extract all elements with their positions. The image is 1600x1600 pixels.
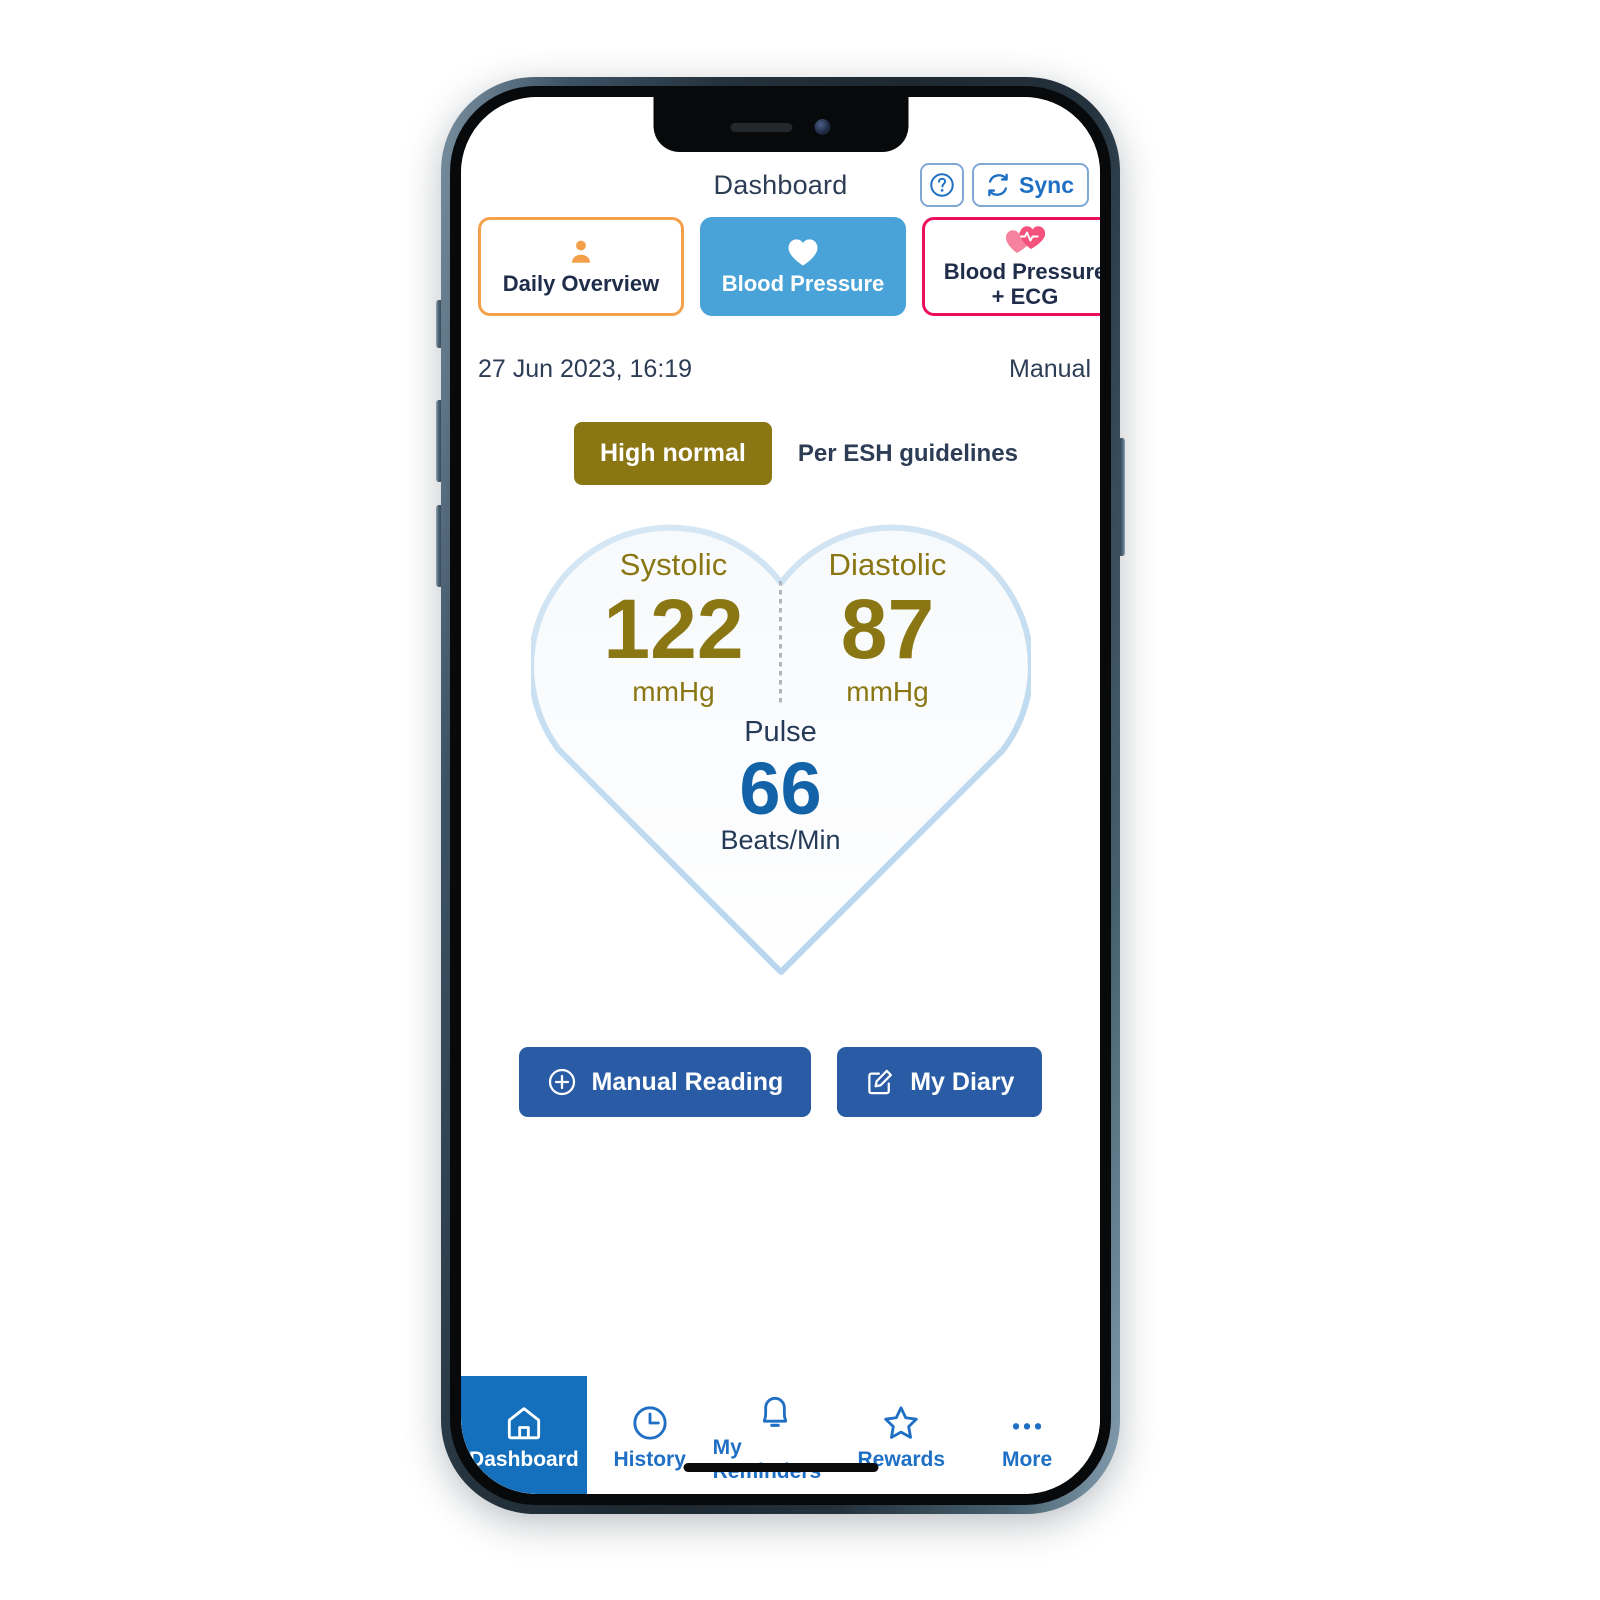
- phone-bezel: Dashboard Sync Daily Overview Blood Pres…: [450, 86, 1111, 1505]
- sync-label: Sync: [1019, 171, 1074, 198]
- tab-blood-pressure[interactable]: Blood Pressure: [700, 217, 906, 316]
- phone-notch: [653, 97, 908, 152]
- heart-visualization: Systolic 122 mmHg Diastolic 87 mmHg Puls…: [461, 497, 1100, 1007]
- nav-label: Dashboard: [469, 1447, 579, 1471]
- diastolic-label: Diastolic: [828, 547, 947, 582]
- sync-button[interactable]: Sync: [972, 163, 1089, 207]
- pulse-label: Pulse: [744, 716, 817, 749]
- heart-ecg-icon: [1005, 224, 1045, 256]
- status-badge: High normal: [574, 422, 772, 485]
- tab-daily-overview[interactable]: Daily Overview: [478, 217, 684, 316]
- diastolic-unit: mmHg: [846, 676, 929, 708]
- refresh-sync-icon: [988, 173, 1008, 197]
- bell-icon: [755, 1387, 795, 1431]
- clock-icon: [630, 1399, 670, 1443]
- plus-circle-icon: [548, 1068, 575, 1096]
- ellipsis-icon: [1007, 1399, 1047, 1443]
- home-indicator[interactable]: [683, 1463, 878, 1472]
- action-label: My Diary: [910, 1067, 1015, 1096]
- nav-label: History: [613, 1447, 686, 1471]
- bottom-navigation: Dashboard History My Rewards More: [461, 1376, 1100, 1494]
- tab-label: Blood Pressure + ECG: [943, 258, 1100, 309]
- manual-reading-button[interactable]: Manual Reading: [518, 1047, 812, 1117]
- action-label: Manual Reading: [591, 1067, 784, 1096]
- systolic-label: Systolic: [619, 547, 728, 582]
- systolic-block: Systolic 122 mmHg: [576, 547, 771, 708]
- nav-item-dashboard[interactable]: Dashboard: [461, 1376, 587, 1494]
- question-mark-circle-icon: [930, 173, 954, 197]
- pencil-note-icon: [868, 1069, 893, 1095]
- pulse-value: 66: [739, 747, 822, 831]
- phone-frame: Dashboard Sync Daily Overview Blood Pres…: [441, 77, 1120, 1514]
- nav-item-my-reminders[interactable]: My Reminders: [713, 1376, 839, 1494]
- tab-label-line2: + ECG: [991, 283, 1059, 309]
- front-camera: [814, 119, 831, 135]
- diastolic-value: 87: [840, 582, 935, 676]
- guideline-note: Per ESH guidelines: [797, 439, 1018, 467]
- app-container: Dashboard Sync Daily Overview Blood Pres…: [461, 97, 1100, 1494]
- pulse-block: Pulse 66 Beats/Min: [720, 716, 840, 856]
- screenshot-canvas: Dashboard Sync Daily Overview Blood Pres…: [0, 0, 1600, 1600]
- phone-screen: Dashboard Sync Daily Overview Blood Pres…: [461, 97, 1100, 1494]
- nav-item-rewards[interactable]: Rewards: [838, 1376, 964, 1494]
- tab-label: Blood Pressure: [721, 271, 885, 297]
- home-icon: [504, 1399, 544, 1443]
- reading-source: Manual: [1009, 355, 1091, 383]
- reading-meta-row: 27 Jun 2023, 16:19 Manual: [461, 329, 1100, 384]
- tab-blood-pressure-ecg[interactable]: Blood Pressure + ECG: [922, 217, 1100, 316]
- bp-values-row: Systolic 122 mmHg Diastolic 87 mmHg: [576, 547, 985, 708]
- classification-row: High normal Per ESH guidelines: [461, 384, 1100, 485]
- heart-filled-icon: [787, 236, 819, 268]
- tab-label-line1: Blood Pressure: [943, 258, 1100, 284]
- systolic-value: 122: [603, 582, 744, 676]
- nav-label: More: [1001, 1447, 1053, 1471]
- nav-label: My Reminders: [712, 1435, 822, 1483]
- category-tab-row[interactable]: Daily Overview Blood Pressure Blood Pres…: [461, 217, 1100, 329]
- tab-label: Daily Overview: [502, 271, 660, 297]
- bp-divider: [779, 581, 782, 706]
- help-button[interactable]: [920, 163, 965, 207]
- systolic-unit: mmHg: [632, 676, 715, 708]
- action-button-row: Manual Reading My Diary: [461, 1047, 1100, 1117]
- nav-item-more[interactable]: More: [964, 1376, 1090, 1494]
- nav-item-history[interactable]: History: [587, 1376, 713, 1494]
- earpiece-speaker: [730, 122, 793, 132]
- pulse-unit: Beats/Min: [720, 824, 841, 855]
- diastolic-block: Diastolic 87 mmHg: [790, 547, 985, 708]
- star-icon: [881, 1399, 921, 1443]
- heart-readings: Systolic 122 mmHg Diastolic 87 mmHg Puls…: [461, 497, 1100, 1007]
- header-actions: Sync: [920, 163, 1089, 207]
- reading-timestamp: 27 Jun 2023, 16:19: [478, 355, 693, 383]
- person-icon: [568, 236, 594, 268]
- my-diary-button[interactable]: My Diary: [837, 1047, 1043, 1117]
